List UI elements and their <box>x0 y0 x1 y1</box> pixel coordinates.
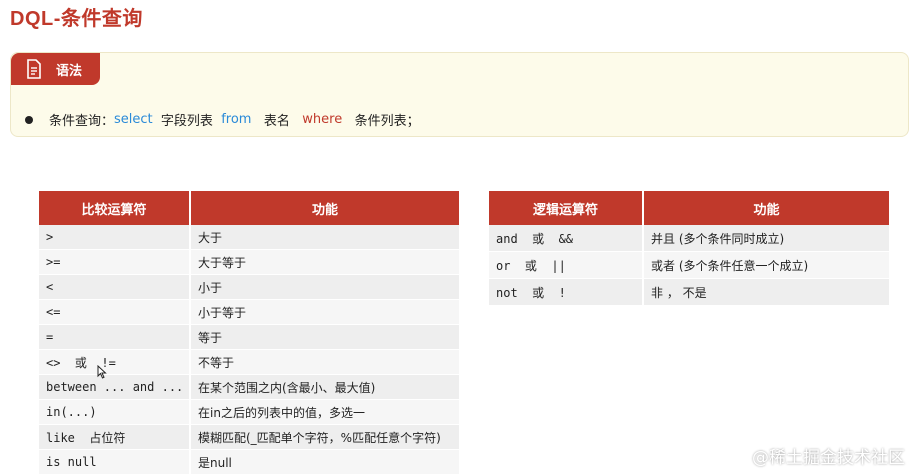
syntax-table: 表名 <box>263 114 290 129</box>
operator-cell: and 或 && <box>489 225 642 252</box>
syntax-line: 条件查询： select 字段列表 from 表名 where 条件列表； <box>25 110 420 129</box>
syntax-fields: 字段列表 <box>160 114 213 129</box>
description-cell: 大于 <box>189 225 459 250</box>
description-cell: 非 ， 不是 <box>642 279 889 306</box>
keyword-from: from <box>221 112 252 127</box>
table-row: like 占位符 模糊匹配(_匹配单个字符，%匹配任意个字符) <box>39 425 459 450</box>
description-cell: 是null <box>189 450 459 475</box>
bullet-dot <box>25 115 33 124</box>
table-row: or 或 || 或者 (多个条件任意一个成立) <box>489 252 889 279</box>
description-cell: 在in之后的列表中的值，多选一 <box>189 400 459 425</box>
operator-cell: >= <box>39 250 189 275</box>
operator-cell: = <box>39 325 189 350</box>
keyword-select: select <box>114 112 153 127</box>
description-cell: 小于 <box>189 275 459 300</box>
operator-cell: <= <box>39 300 189 325</box>
description-cell: 小于等于 <box>189 300 459 325</box>
syntax-conditions: 条件列表； <box>354 114 420 129</box>
operator-cell: or 或 || <box>489 252 642 279</box>
table-row: >= 大于等于 <box>39 250 459 275</box>
table-row: > 大于 <box>39 225 459 250</box>
syntax-tag: 语法 <box>11 53 100 85</box>
table-row: <= 小于等于 <box>39 300 459 325</box>
page-title: DQL-条件查询 <box>10 8 143 30</box>
table-header: 逻辑运算符 <box>489 191 642 225</box>
operator-cell: < <box>39 275 189 300</box>
operator-cell: not 或 ! <box>489 279 642 306</box>
description-cell: 模糊匹配(_匹配单个字符，%匹配任意个字符) <box>189 425 459 450</box>
table-row: not 或 ! 非 ， 不是 <box>489 279 889 306</box>
description-cell: 或者 (多个条件任意一个成立) <box>642 252 889 279</box>
table-row: is null 是null <box>39 450 459 475</box>
operator-cell: between ... and ... <box>39 375 189 400</box>
operator-cell: like 占位符 <box>39 425 189 450</box>
table-header: 功能 <box>642 191 889 225</box>
keyword-where: where <box>302 112 343 127</box>
table-row: and 或 && 并且 (多个条件同时成立) <box>489 225 889 252</box>
table-row: = 等于 <box>39 325 459 350</box>
operator-cell: is null <box>39 450 189 475</box>
description-cell: 不等于 <box>189 350 459 375</box>
table-header: 比较运算符 <box>39 191 189 225</box>
document-icon <box>24 59 44 79</box>
table-row: < 小于 <box>39 275 459 300</box>
comparison-operator-table: 比较运算符 功能 > 大于 >= 大于等于 < 小于 <= 小于等于 = 等于 <> 或 … <box>39 191 459 475</box>
table-row: in(...) 在in之后的列表中的值，多选一 <box>39 400 459 425</box>
description-cell: 等于 <box>189 325 459 350</box>
description-cell: 并且 (多个条件同时成立) <box>642 225 889 252</box>
mouse-cursor-icon <box>97 364 107 379</box>
syntax-tag-label: 语法 <box>56 63 83 79</box>
operator-cell: in(...) <box>39 400 189 425</box>
description-cell: 在某个范围之内(含最小、最大值) <box>189 375 459 400</box>
syntax-prefix: 条件查询： <box>49 114 115 129</box>
syntax-box: 语法 条件查询： select 字段列表 from 表名 where 条件列表； <box>10 52 909 137</box>
logic-operator-table: 逻辑运算符 功能 and 或 && 并且 (多个条件同时成立) or 或 || 或者… <box>489 191 889 306</box>
operator-cell: <> 或 != <box>39 350 189 375</box>
table-header: 功能 <box>189 191 459 225</box>
operator-cell: > <box>39 225 189 250</box>
description-cell: 大于等于 <box>189 250 459 275</box>
watermark: @稀土掘金技术社区 <box>752 448 905 468</box>
